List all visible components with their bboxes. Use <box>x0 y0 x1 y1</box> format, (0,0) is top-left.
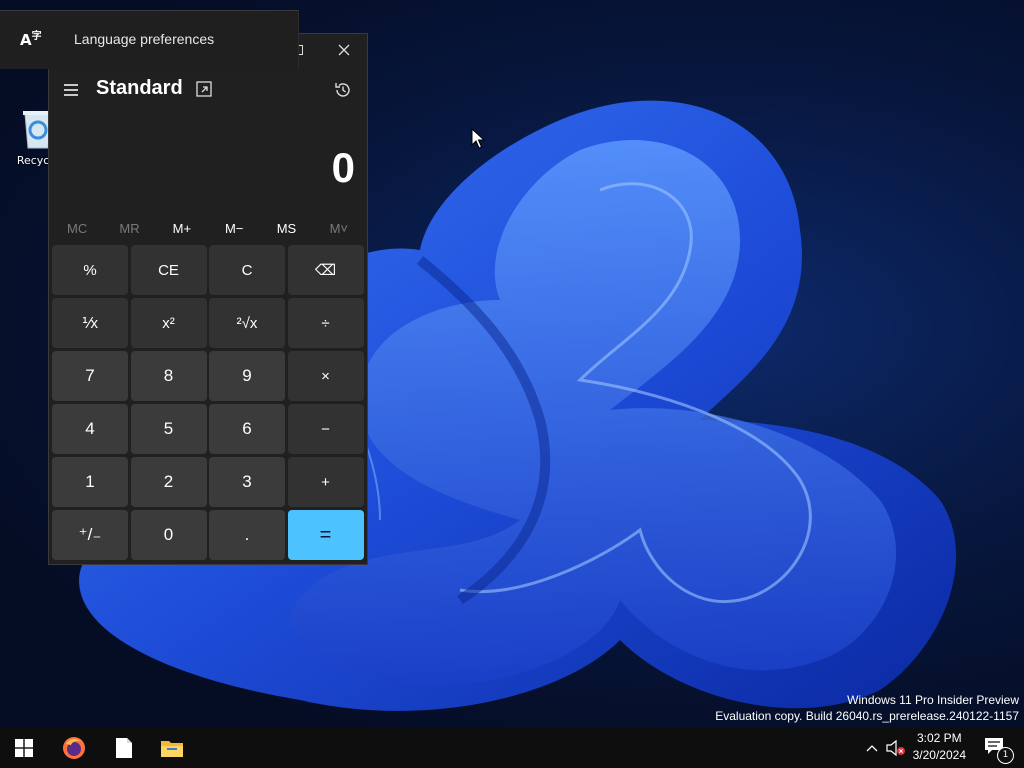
volume-button[interactable] <box>882 734 910 762</box>
language-preferences-label[interactable]: Language preferences <box>74 31 214 47</box>
memory-button[interactable]: M+ <box>156 218 208 240</box>
language-preferences-flyout[interactable]: A字 Language preferences <box>0 10 299 69</box>
windows-start-icon <box>15 739 33 757</box>
keep-on-top-button[interactable] <box>195 80 213 98</box>
clear-entry-button[interactable]: CE <box>130 245 207 295</box>
decimal-button[interactable]: . <box>209 510 285 560</box>
memory-button[interactable]: M− <box>208 218 260 240</box>
calculator-window[interactable]: Standard 0 MC MR M+ M− MS M˅ % CE C ⌫ ⅟x x² ²√x ÷ 7 8 9… <box>48 33 368 565</box>
navigation-menu-button[interactable] <box>63 82 79 96</box>
taskbar: 3:02 PM 3/20/2024 1 <box>0 728 1024 768</box>
memory-button: MC <box>67 221 88 236</box>
percent-button[interactable]: % <box>52 245 128 295</box>
reciprocal-button[interactable]: ⅟x <box>52 298 128 348</box>
clear-button[interactable]: C <box>209 245 285 295</box>
calculator-mode-title: Standard <box>96 77 183 99</box>
digit-9-button[interactable]: 9 <box>209 351 285 401</box>
equals-button[interactable]: = <box>287 510 364 560</box>
backspace-button[interactable]: ⌫ <box>287 245 364 295</box>
history-icon <box>335 83 350 97</box>
volume-muted-icon <box>886 739 905 757</box>
digit-4-button[interactable]: 4 <box>52 404 128 454</box>
watermark-build: Evaluation copy. Build 26040.rs_prerelea… <box>715 709 1019 723</box>
clock-time: 3:02 PM <box>916 731 962 745</box>
mouse-cursor-icon <box>471 127 486 150</box>
multiply-button[interactable]: × <box>287 351 364 401</box>
close-button[interactable] <box>321 34 367 66</box>
negate-button[interactable]: ⁺/₋ <box>52 510 128 560</box>
digit-0-button[interactable]: 0 <box>130 510 207 560</box>
watermark-edition: Windows 11 Pro Insider Preview <box>847 693 1019 707</box>
digit-6-button[interactable]: 6 <box>209 404 285 454</box>
digit-8-button[interactable]: 8 <box>130 351 207 401</box>
chevron-up-icon <box>866 745 878 752</box>
digit-3-button[interactable]: 3 <box>209 457 285 507</box>
calculator-header: Standard <box>49 74 367 106</box>
firefox-taskbar-button[interactable] <box>60 734 88 762</box>
digit-2-button[interactable]: 2 <box>130 457 207 507</box>
firefox-icon <box>63 737 85 759</box>
clock-date: 3/20/2024 <box>912 748 966 762</box>
square-button[interactable]: x² <box>130 298 207 348</box>
square-root-button[interactable]: ²√x <box>209 298 285 348</box>
memory-row: MC MR M+ M− MS M˅ <box>51 218 365 240</box>
notification-count-badge: 1 <box>997 747 1014 764</box>
hamburger-icon <box>64 84 78 96</box>
start-button[interactable] <box>10 734 38 762</box>
digit-7-button[interactable]: 7 <box>52 351 128 401</box>
keypad: % CE C ⌫ ⅟x x² ²√x ÷ 7 8 9 × 4 5 6− 1 2 3 + ⁺/₋ 0. = <box>52 245 366 560</box>
notification-center-button[interactable]: 1 <box>984 737 1014 764</box>
keep-on-top-icon <box>196 81 212 97</box>
windows-watermark: Windows 11 Pro Insider Preview Evaluatio… <box>715 692 1019 724</box>
result-display: 0 <box>331 144 355 191</box>
history-button[interactable] <box>333 80 353 100</box>
taskbar-clock[interactable]: 3:02 PM 3/20/2024 <box>913 730 966 764</box>
document-icon <box>116 738 132 758</box>
plus-button[interactable]: + <box>287 457 364 507</box>
divide-button[interactable]: ÷ <box>287 298 364 348</box>
memory-button: M˅ <box>329 221 349 236</box>
language-icon: A字 <box>20 31 42 49</box>
memory-button[interactable]: MS <box>260 218 312 240</box>
folder-icon <box>161 741 183 757</box>
file-taskbar-button[interactable] <box>110 734 138 762</box>
close-icon <box>338 44 350 56</box>
digit-5-button[interactable]: 5 <box>130 404 207 454</box>
file-explorer-taskbar-button[interactable] <box>158 734 186 762</box>
memory-button: MR <box>119 221 140 236</box>
digit-1-button[interactable]: 1 <box>52 457 128 507</box>
minus-button[interactable]: − <box>287 404 364 454</box>
